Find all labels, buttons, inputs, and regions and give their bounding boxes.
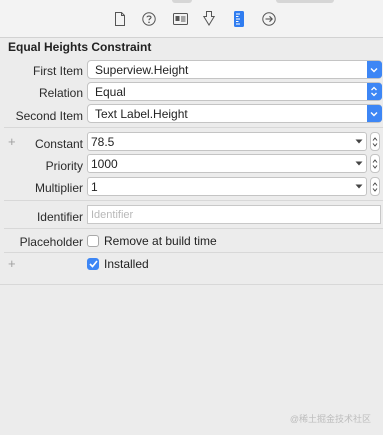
priority-stepper[interactable] bbox=[370, 154, 380, 173]
multiplier-combo[interactable]: 1 bbox=[87, 177, 367, 196]
attributes-inspector-tab[interactable] bbox=[199, 0, 219, 37]
first-item-value: Superview.Height bbox=[95, 62, 189, 77]
second-item-label: Second Item bbox=[15, 109, 83, 123]
checkbox-checked[interactable] bbox=[87, 258, 99, 270]
combo-arrow-down-icon bbox=[352, 139, 366, 144]
priority-label: Priority bbox=[45, 159, 83, 173]
help-icon bbox=[142, 11, 156, 26]
installed-add-variation-button[interactable]: + bbox=[8, 256, 16, 271]
identity-icon bbox=[172, 12, 188, 25]
file-inspector-tab[interactable] bbox=[110, 0, 130, 37]
first-item-label: First Item bbox=[33, 64, 83, 78]
remove-at-build-time-checkbox[interactable]: Remove at build time bbox=[87, 234, 217, 248]
constant-stepper[interactable] bbox=[370, 132, 380, 151]
divider bbox=[0, 284, 383, 285]
installed-label: Installed bbox=[104, 257, 149, 271]
second-item-popup[interactable]: Text Label.Height bbox=[87, 104, 382, 123]
multiplier-stepper[interactable] bbox=[370, 177, 380, 196]
checkbox-box[interactable] bbox=[87, 235, 99, 247]
attributes-icon bbox=[203, 11, 215, 26]
popup-chevron-down-icon bbox=[366, 105, 382, 122]
identifier-label: Identifier bbox=[36, 210, 83, 224]
remove-at-build-time-label: Remove at build time bbox=[104, 234, 217, 248]
relation-label: Relation bbox=[38, 86, 83, 100]
checkmark-icon bbox=[88, 260, 98, 268]
watermark: @稀土掘金技术社区 bbox=[289, 414, 371, 424]
divider bbox=[4, 200, 383, 201]
divider bbox=[4, 252, 383, 253]
inspector-toolbar bbox=[0, 0, 383, 38]
popup-chevron-down-icon bbox=[366, 61, 382, 78]
relation-popup[interactable]: Equal bbox=[87, 82, 382, 101]
relation-value: Equal bbox=[95, 84, 126, 99]
stepper-arrows-icon bbox=[372, 181, 378, 192]
multiplier-value: 1 bbox=[91, 179, 98, 194]
quick-help-tab[interactable] bbox=[139, 0, 159, 37]
size-inspector-tab[interactable] bbox=[229, 0, 249, 37]
identifier-input[interactable] bbox=[88, 207, 380, 222]
panel-title: Equal Heights Constraint bbox=[8, 40, 152, 54]
priority-value: 1000 bbox=[91, 156, 118, 171]
connections-icon bbox=[262, 11, 276, 26]
constant-combo[interactable]: 78.5 bbox=[87, 132, 367, 151]
identifier-field-wrap bbox=[87, 205, 381, 224]
combo-arrow-down-icon bbox=[352, 161, 366, 166]
toolbar-top-edge bbox=[276, 0, 334, 3]
multiplier-label: Multiplier bbox=[34, 181, 83, 195]
stepper-arrows-icon bbox=[372, 136, 378, 147]
divider bbox=[4, 127, 383, 128]
stepper-arrows-icon bbox=[372, 158, 378, 169]
connections-inspector-tab[interactable] bbox=[259, 0, 279, 37]
size-ruler-icon bbox=[234, 10, 244, 27]
installed-checkbox[interactable]: Installed bbox=[87, 257, 149, 271]
second-item-value: Text Label.Height bbox=[95, 106, 188, 121]
file-icon bbox=[115, 11, 125, 26]
divider bbox=[4, 228, 383, 229]
combo-arrow-down-icon bbox=[352, 184, 366, 189]
constant-add-variation-button[interactable]: + bbox=[8, 134, 16, 149]
constant-value: 78.5 bbox=[91, 134, 115, 149]
first-item-popup[interactable]: Superview.Height bbox=[87, 60, 382, 79]
popup-updown-icon bbox=[366, 83, 382, 100]
constant-label: Constant bbox=[34, 137, 83, 151]
priority-combo[interactable]: 1000 bbox=[87, 154, 367, 173]
placeholder-label: Placeholder bbox=[19, 235, 83, 249]
identity-inspector-tab[interactable] bbox=[170, 0, 190, 37]
